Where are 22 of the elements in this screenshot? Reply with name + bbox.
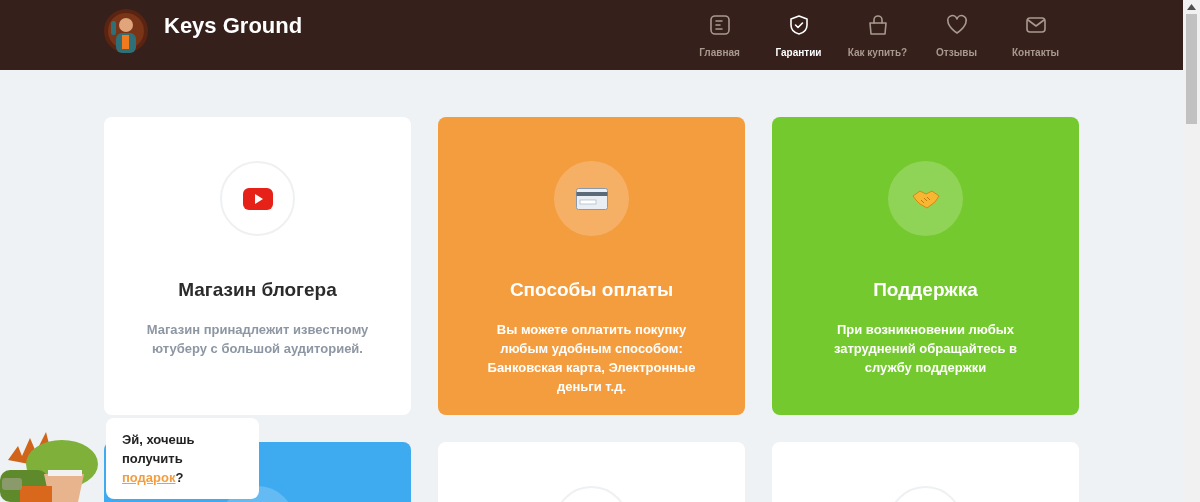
shield-check-icon: [787, 14, 810, 36]
nav-tab[interactable]: Отзывы: [917, 10, 996, 60]
card-title: Поддержка: [873, 278, 978, 302]
card-description: При возникновении любых затруднений обращайтесь в службу поддержки: [832, 320, 1019, 377]
bag-icon: [866, 14, 889, 36]
brand-name: Keys Ground: [164, 11, 303, 40]
scrollbar-thumb[interactable]: [1186, 14, 1197, 124]
document-icon: [708, 14, 731, 36]
heart-icon: [945, 14, 968, 36]
mail-icon: [1024, 14, 1047, 36]
card-description: Вы можете оплатить покупку любым удобным способом: Банковская карта, Электронные деньги т.д.: [486, 320, 697, 396]
credit-card-icon: [575, 187, 608, 210]
card-description: Магазин принадлежит известному ютуберу с большой аудиторией.: [145, 320, 370, 358]
video-play-icon: [242, 187, 273, 210]
nav-tab[interactable]: Гарантии: [759, 10, 838, 60]
scroll-up-icon[interactable]: [1187, 4, 1196, 10]
card-title: Магазин блогера: [178, 278, 337, 302]
nav-tab[interactable]: Главная: [680, 10, 759, 60]
nav-tab[interactable]: Контакты: [996, 10, 1075, 60]
card-title: Способы оплаты: [509, 278, 674, 302]
nav-tab[interactable]: Как купить?: [838, 10, 917, 60]
gift-prompt: Эй, хочешь получить подарок?: [122, 431, 196, 487]
